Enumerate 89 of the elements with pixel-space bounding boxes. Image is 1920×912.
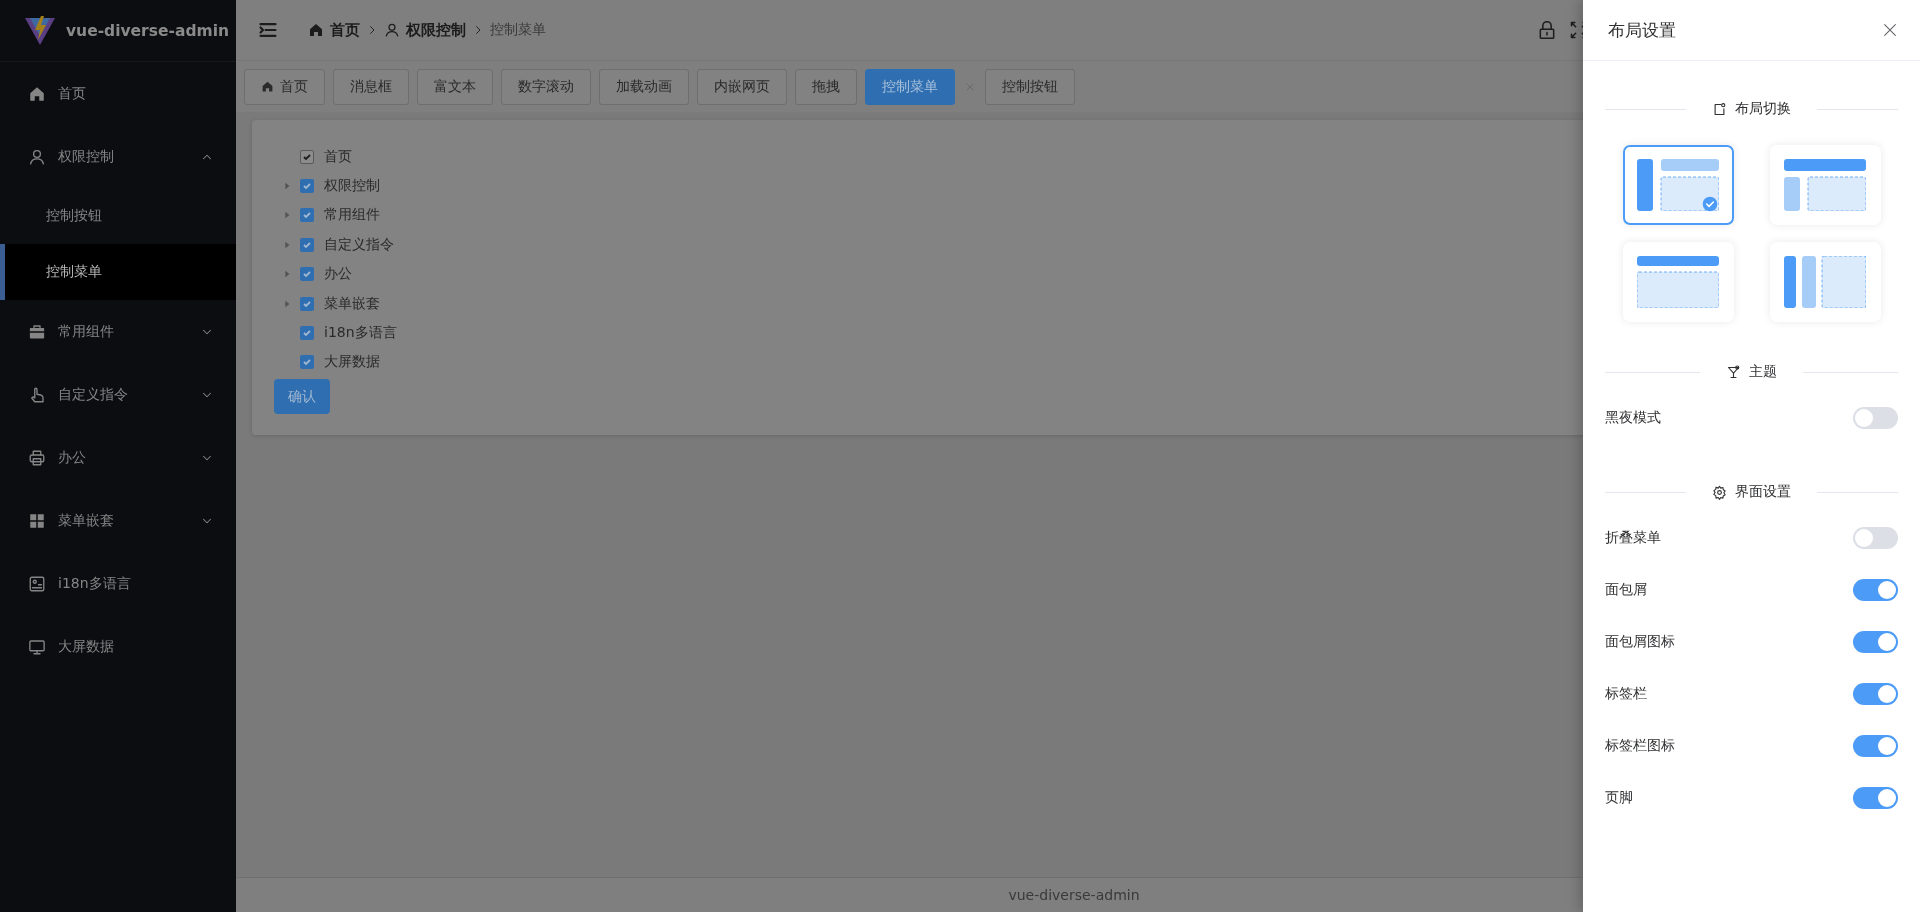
menu-item[interactable]: 菜单嵌套 — [0, 489, 236, 552]
drawer-title: 布局设置 — [1608, 18, 1676, 42]
breadcrumb-item[interactable]: 首页 — [308, 20, 360, 40]
caret-right-icon[interactable] — [282, 298, 292, 309]
setting-label: 黑夜模式 — [1605, 409, 1661, 427]
submenu-item[interactable]: 控制菜单 — [0, 244, 236, 300]
checkbox[interactable] — [300, 355, 314, 370]
menu-item[interactable]: 大屏数据 — [0, 615, 236, 678]
caret-right-icon[interactable] — [282, 239, 292, 250]
checkbox[interactable] — [300, 179, 314, 194]
toggle-switch[interactable] — [1853, 631, 1898, 653]
footer-text: vue-diverse-admin — [1008, 887, 1140, 903]
tree-label[interactable]: 自定义指令 — [324, 235, 394, 254]
printer-icon — [28, 448, 46, 467]
check-circle-icon — [1701, 196, 1718, 212]
tree-label[interactable]: 常用组件 — [324, 206, 380, 225]
checkbox[interactable] — [300, 296, 314, 311]
image-icon — [28, 574, 46, 593]
menu-icon[interactable] — [258, 20, 278, 40]
toggle-switch[interactable] — [1853, 787, 1898, 809]
menu-item[interactable]: 自定义指令 — [0, 363, 236, 426]
section-title: 布局切换 — [1735, 100, 1791, 118]
user-icon — [28, 147, 46, 166]
tree-label[interactable]: i18n多语言 — [324, 324, 397, 343]
checkbox[interactable] — [300, 237, 314, 252]
check-icon — [302, 357, 312, 368]
layout-option[interactable] — [1622, 145, 1734, 225]
toggle-switch[interactable] — [1853, 527, 1898, 549]
close-icon[interactable] — [1882, 22, 1898, 38]
caret-right-icon[interactable] — [282, 269, 292, 280]
tab[interactable]: 控制菜单 — [865, 68, 955, 105]
submenu-item[interactable]: 控制按钮 — [0, 188, 236, 244]
menu-item[interactable]: 首页 — [0, 62, 236, 125]
section-title: 主题 — [1749, 363, 1777, 381]
layout-icon — [1712, 101, 1727, 117]
tree-label[interactable]: 大屏数据 — [324, 353, 380, 372]
caret-right-icon[interactable] — [282, 210, 292, 221]
grid-icon — [28, 511, 46, 530]
setting-label: 折叠菜单 — [1605, 529, 1661, 547]
tab[interactable]: 内嵌网页 — [697, 68, 787, 105]
check-icon — [302, 328, 312, 339]
toggle-switch[interactable] — [1853, 683, 1898, 705]
fullscreen-icon[interactable] — [1569, 20, 1583, 40]
menu-item[interactable]: i18n多语言 — [0, 552, 236, 615]
cocktail-icon — [1726, 364, 1741, 380]
checkbox[interactable] — [300, 208, 314, 223]
menu-item[interactable]: 常用组件 — [0, 300, 236, 363]
tab[interactable]: 控制按钮 — [985, 68, 1075, 105]
logo-text: vue-diverse-admin — [66, 21, 229, 40]
tab[interactable]: 首页 — [244, 68, 325, 105]
hand-icon — [28, 385, 46, 404]
breadcrumb-item[interactable]: 权限控制 — [384, 20, 466, 40]
tab[interactable]: 拖拽 — [795, 68, 857, 105]
setting-label: 面包屑 — [1605, 581, 1647, 599]
tree-label[interactable]: 权限控制 — [324, 177, 380, 196]
tab[interactable]: 加载动画 — [599, 68, 689, 105]
setting-label: 标签栏图标 — [1605, 737, 1675, 755]
tab[interactable]: 消息框 — [333, 68, 409, 105]
check-icon — [302, 269, 312, 280]
tree-label[interactable]: 办公 — [324, 265, 352, 284]
briefcase-icon — [28, 322, 46, 341]
user-icon — [384, 22, 400, 38]
toggle-switch[interactable] — [1853, 407, 1898, 429]
home-icon — [261, 80, 274, 93]
settings-icon — [1712, 484, 1727, 500]
check-icon — [302, 210, 312, 221]
menu-item[interactable]: 权限控制 — [0, 125, 236, 188]
section-title: 界面设置 — [1735, 483, 1791, 501]
tab[interactable]: 富文本 — [417, 68, 493, 105]
tree-label[interactable]: 菜单嵌套 — [324, 294, 380, 313]
setting-label: 面包屑图标 — [1605, 633, 1675, 651]
confirm-button[interactable]: 确认 — [274, 379, 330, 415]
caret-right-icon[interactable] — [282, 181, 292, 192]
checkbox[interactable] — [300, 326, 314, 341]
check-icon — [302, 239, 312, 250]
logo-icon — [24, 15, 56, 46]
check-icon — [302, 298, 312, 309]
checkbox[interactable] — [300, 267, 314, 282]
toggle-switch[interactable] — [1853, 735, 1898, 757]
tab[interactable]: 数字滚动 — [501, 68, 591, 105]
monitor-icon — [28, 637, 46, 656]
toggle-switch[interactable] — [1853, 579, 1898, 601]
setting-label: 页脚 — [1605, 789, 1633, 807]
lock-icon[interactable] — [1537, 19, 1557, 41]
breadcrumb-item: 控制菜单 — [490, 21, 546, 39]
check-icon — [302, 181, 312, 192]
home-icon — [308, 22, 324, 38]
setting-label: 标签栏 — [1605, 685, 1647, 703]
menu-item[interactable]: 办公 — [0, 426, 236, 489]
